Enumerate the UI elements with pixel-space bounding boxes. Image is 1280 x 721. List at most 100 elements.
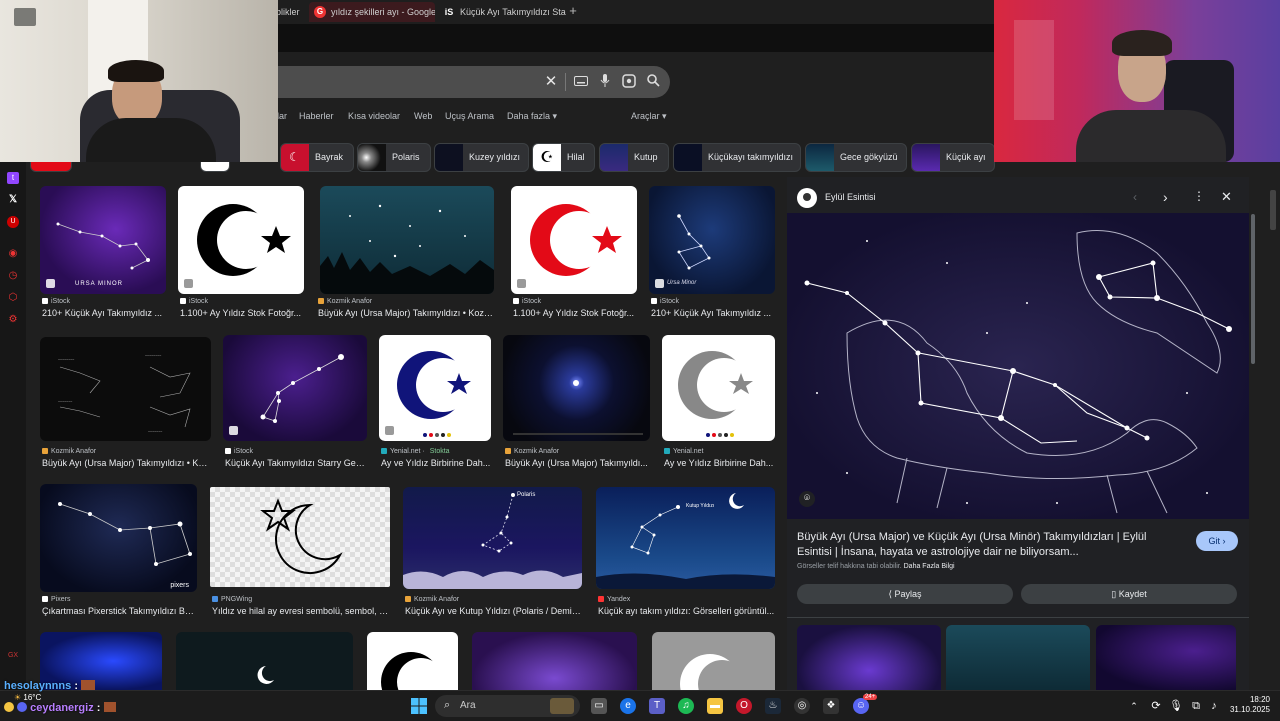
result-title[interactable]: 1.100+ Ay Yıldız Stok Fotoğr... — [513, 308, 637, 318]
opera-gx-icon[interactable]: O — [736, 698, 752, 714]
preview-image[interactable]: ⌾ — [787, 213, 1249, 519]
gx-icon[interactable]: GX — [7, 650, 19, 662]
result-image[interactable] — [178, 186, 304, 294]
new-tab-button[interactable]: + — [566, 4, 580, 18]
related-image[interactable] — [946, 625, 1090, 690]
close-icon[interactable]: ✕ — [543, 74, 559, 90]
close-icon[interactable]: ✕ — [1221, 189, 1232, 205]
result-image[interactable] — [503, 335, 650, 441]
edge-icon[interactable]: e — [620, 698, 636, 714]
result-image[interactable]: pixers — [40, 484, 197, 592]
clock[interactable]: 18:20 31.10.2025 — [1226, 695, 1270, 715]
page-scrollbar[interactable] — [1270, 190, 1276, 230]
cube-icon[interactable]: ⬡ — [7, 292, 19, 304]
keyboard-icon[interactable] — [573, 74, 589, 90]
result-title[interactable]: 1.100+ Ay Yıldız Stok Fotoğr... — [180, 308, 304, 318]
app-icon[interactable]: ◎ — [794, 698, 810, 714]
chevron-up-icon[interactable]: ⌃ — [1126, 698, 1142, 714]
result-title[interactable]: Ay ve Yıldız Birbirine Dah... — [664, 458, 775, 468]
result-image[interactable] — [662, 335, 775, 441]
chip-kutup[interactable]: Kutup — [599, 143, 669, 172]
tab-google-search[interactable]: G yıldız şekilleri ayı - Google — [309, 2, 435, 22]
share-button[interactable]: ⟨ Paylaş — [797, 584, 1013, 604]
nav-link-web[interactable]: Web — [414, 111, 432, 121]
git-button[interactable]: Git › — [1196, 531, 1238, 551]
chip-hilal[interactable]: ☪ Hilal — [532, 143, 595, 172]
clock-icon[interactable]: ◷ — [7, 270, 19, 282]
result-image[interactable]: URSA MINOR — [40, 186, 166, 294]
nav-link-flights[interactable]: Uçuş Arama — [445, 111, 494, 121]
result-image[interactable] — [367, 632, 458, 690]
chip-kucuk-ayi[interactable]: Küçük ayı — [911, 143, 995, 172]
result-image[interactable]: Ursa Minor — [649, 186, 775, 294]
chip-kuzey-yildizi[interactable]: Kuzey yıldızı — [434, 143, 529, 172]
nav-link-short-videos[interactable]: Kısa videolar — [348, 111, 400, 121]
result-image[interactable] — [223, 335, 367, 441]
search-input[interactable] — [285, 72, 539, 94]
mic-icon[interactable] — [597, 74, 613, 90]
result-image[interactable] — [176, 632, 353, 690]
nav-link-news[interactable]: Haberler — [299, 111, 334, 121]
weather-widget[interactable]: ☀ 16°C — [14, 693, 41, 702]
result-image[interactable] — [511, 186, 637, 294]
result-image[interactable]: Polaris — [403, 487, 582, 589]
result-title[interactable]: Küçük Ayı ve Kutup Yıldızı (Polaris / De… — [405, 606, 582, 616]
volume-icon[interactable]: ♪ — [1206, 698, 1222, 714]
result-image[interactable] — [652, 632, 775, 690]
tab-istock[interactable]: iS Küçük Ayı Takımyıldızı Sta — [438, 2, 580, 22]
result-title[interactable]: Küçük Ayı Takımyıldızı Starry Gec... — [225, 458, 367, 468]
twitch-icon[interactable]: t — [7, 172, 19, 184]
spotify-icon[interactable]: ♫ — [678, 698, 694, 714]
windows-icon[interactable] — [411, 698, 427, 714]
chip-polaris[interactable]: Polaris — [357, 143, 431, 172]
teams-icon[interactable]: T — [649, 698, 665, 714]
result-title[interactable]: Büyük Ayı (Ursa Major) Takımyıldı... — [505, 458, 650, 468]
result-image[interactable] — [320, 186, 494, 294]
taskbar-search[interactable]: ⌕ Ara — [435, 695, 580, 717]
lens-icon[interactable]: ⌾ — [799, 491, 815, 507]
x-icon[interactable]: 𝕏 — [7, 194, 19, 206]
discord-icon[interactable]: ☺ — [853, 698, 869, 714]
panel-site-name[interactable]: Eylül Esintisi — [825, 192, 876, 202]
search-bar[interactable]: ✕ — [225, 66, 670, 98]
result-title[interactable]: Ay ve Yıldız Birbirine Dah... — [381, 458, 491, 468]
related-image[interactable] — [1096, 625, 1236, 690]
app-icon[interactable]: ❖ — [823, 698, 839, 714]
target-icon[interactable]: ◉ — [7, 248, 19, 260]
result-title[interactable]: 210+ Küçük Ayı Takımyıldız ... — [42, 308, 166, 318]
network-icon[interactable]: ⧉ — [1188, 698, 1204, 714]
related-image[interactable] — [797, 625, 941, 690]
nav-link-partial[interactable]: lar — [277, 111, 287, 121]
lens-icon[interactable] — [621, 74, 637, 90]
tools-button[interactable]: Araçlar ▾ — [631, 111, 667, 122]
panel-scrollbar[interactable] — [1251, 214, 1255, 364]
more-options-icon[interactable]: ⋮ — [1193, 189, 1205, 203]
file-explorer-icon[interactable]: ▬ — [707, 698, 723, 714]
more-info-link[interactable]: Daha Fazla Bilgi — [904, 563, 955, 570]
result-image[interactable] — [210, 487, 390, 587]
gear-icon[interactable]: ⚙ — [7, 314, 19, 326]
result-title[interactable]: Küçük ayı takım yıldızı: Görselleri görü… — [598, 606, 775, 616]
result-image[interactable] — [472, 632, 637, 690]
extension-icon[interactable]: U — [7, 216, 19, 228]
save-button[interactable]: ▯ Kaydet — [1021, 584, 1237, 604]
result-image[interactable]: Kutup Yıldızı — [596, 487, 775, 589]
previous-arrow-icon[interactable]: ‹ — [1133, 190, 1137, 204]
chip-gece-gokyuzu[interactable]: Gece gökyüzü — [805, 143, 907, 172]
task-view-icon[interactable]: ▭ — [591, 698, 607, 714]
result-title[interactable]: 210+ Küçük Ayı Takımyıldız ... — [651, 308, 775, 318]
search-icon[interactable] — [645, 74, 661, 90]
result-image[interactable] — [379, 335, 491, 441]
result-title[interactable]: Büyük Ayı (Ursa Major) Takımyıldızı • Ko… — [42, 458, 210, 468]
panel-title[interactable]: Büyük Ayı (Ursa Major) ve Küçük Ayı (Urs… — [797, 530, 1182, 560]
chip-bayrak[interactable]: ☾ Bayrak — [280, 143, 354, 172]
steam-icon[interactable]: ♨ — [765, 698, 781, 714]
mic-icon[interactable]: 🎙 — [1168, 698, 1184, 714]
next-arrow-icon[interactable]: › — [1163, 189, 1168, 205]
result-title[interactable]: Yıldız ve hilal ay evresi sembolü, sembo… — [212, 606, 390, 616]
nav-link-more[interactable]: Daha fazla ▾ — [507, 111, 557, 122]
sync-icon[interactable]: ⟳ — [1148, 698, 1164, 714]
chip-kucukayi-takimyildizi[interactable]: Küçükayı takımyıldızı — [673, 143, 801, 172]
result-title[interactable]: Büyük Ayı (Ursa Major) Takımyıldızı • Ko… — [318, 308, 498, 318]
result-title[interactable]: Çıkartması Pixerstick Takımyıldızı Bü... — [42, 606, 197, 616]
